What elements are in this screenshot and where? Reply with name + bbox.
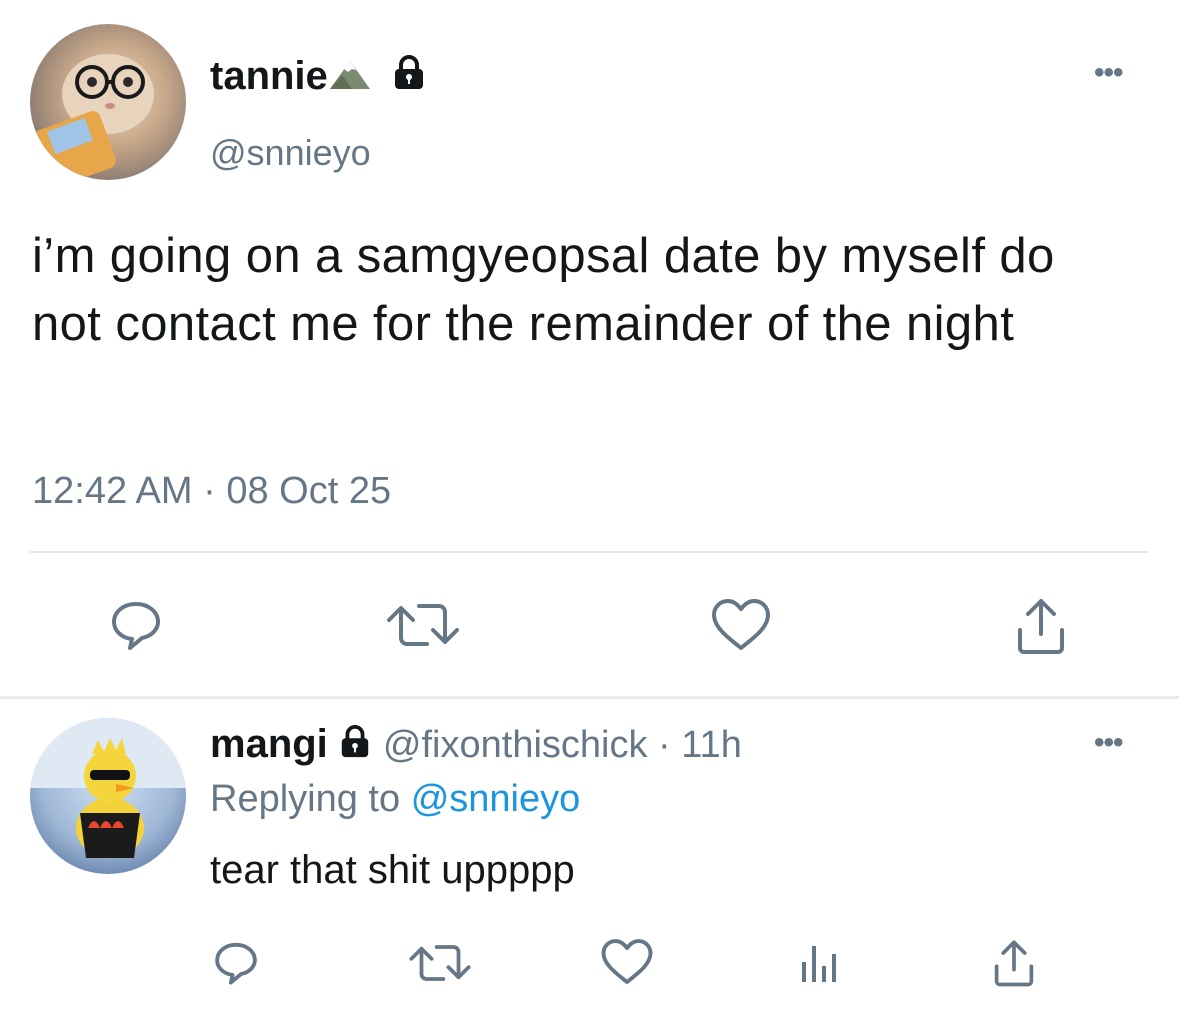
tweet-author-handle[interactable]: @snnieyo (210, 132, 371, 174)
reply-author-name[interactable]: mangi (210, 722, 328, 766)
share-icon[interactable] (990, 938, 1038, 988)
reply-icon[interactable] (108, 596, 164, 652)
heart-icon[interactable] (710, 598, 772, 652)
author-name-text: tannie (210, 54, 328, 98)
replying-to-line: Replying to @snnieyo (210, 778, 580, 821)
avatar-mangi[interactable] (30, 718, 186, 874)
lock-icon (391, 55, 427, 101)
heart-icon[interactable] (600, 938, 654, 986)
reply-header: mangi @fixonthischick · 11h (210, 722, 742, 769)
mountain-emoji (328, 56, 372, 101)
tweet-body-text: i’m going on a samgyeopsal date by mysel… (32, 229, 1055, 351)
reply-body-text: tear that shit uppppp (210, 848, 575, 892)
replying-to-label: Replying to (210, 778, 401, 820)
cat-with-glasses-image (34, 54, 154, 180)
replying-to-mention[interactable]: @snnieyo (411, 778, 581, 820)
tweet-separator (0, 696, 1179, 699)
duck-in-sunglasses-image (30, 718, 186, 858)
tweet-author-name[interactable]: tannie (210, 54, 427, 101)
reply-icon[interactable] (212, 938, 260, 986)
divider (30, 551, 1149, 553)
analytics-icon[interactable] (798, 940, 842, 984)
more-options-icon[interactable]: ••• (1094, 726, 1123, 760)
tweet-timestamp[interactable]: 12:42 AM · 08 Oct 25 (32, 470, 391, 513)
share-icon[interactable] (1012, 596, 1070, 656)
reply-handle-and-time[interactable]: @fixonthischick · 11h (383, 724, 742, 766)
more-options-icon[interactable]: ••• (1094, 56, 1123, 90)
avatar-tannie[interactable] (30, 24, 186, 180)
retweet-icon[interactable] (408, 940, 472, 986)
lock-icon (338, 725, 372, 769)
retweet-icon[interactable] (385, 598, 461, 652)
